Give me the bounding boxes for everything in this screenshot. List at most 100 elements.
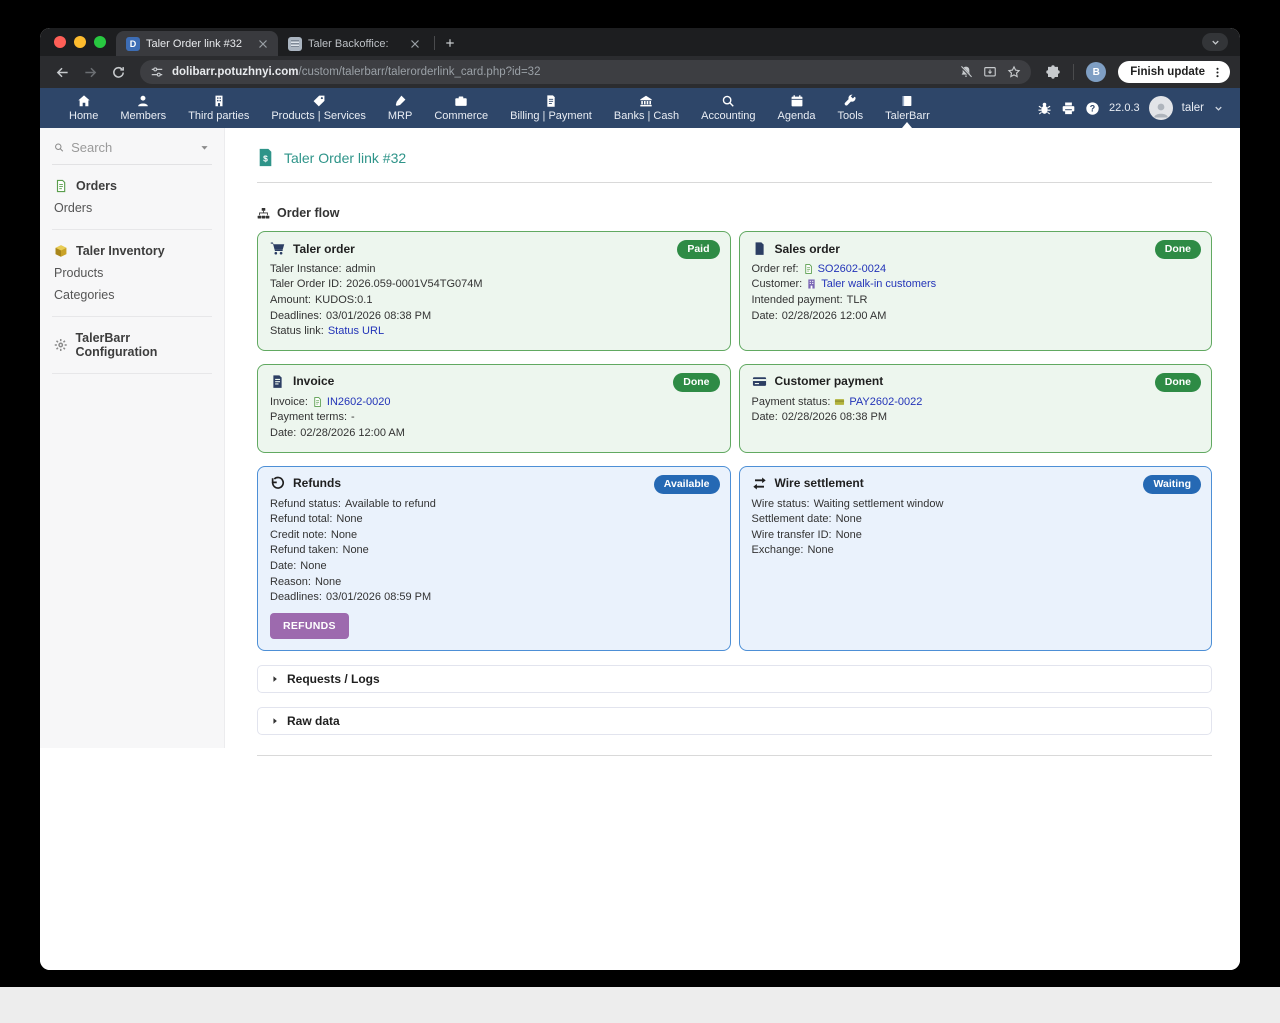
card-title: Wire settlement xyxy=(775,476,864,490)
card-line: Exchange:None xyxy=(752,543,1200,559)
search-caret-icon[interactable] xyxy=(199,142,210,153)
sidebar-section-label: Orders xyxy=(76,179,117,193)
line-label: Status link: xyxy=(270,325,324,337)
line-value: Available to refund xyxy=(345,498,436,510)
forward-button[interactable] xyxy=(78,60,102,84)
address-bar[interactable]: dolibarr.potuzhnyi.com/custom/talerbarr/… xyxy=(140,60,1031,84)
line-label: Payment terms: xyxy=(270,411,347,423)
browser-profile-avatar[interactable]: B xyxy=(1086,62,1106,82)
exchange-icon xyxy=(752,476,767,491)
line-value: - xyxy=(351,411,355,423)
browser-menu-icon[interactable] xyxy=(1211,66,1224,79)
toolbar-divider xyxy=(1073,64,1074,80)
order-flow-heading: Order flow xyxy=(257,206,1212,220)
backoffice-favicon xyxy=(288,37,302,51)
sidebar-item-categories[interactable]: Categories xyxy=(52,284,212,306)
url-path: /custom/talerbarr/talerorderlink_card.ph… xyxy=(299,66,541,78)
tab-taler-order-link[interactable]: D Taler Order link #32 xyxy=(116,31,278,56)
sitemap-icon xyxy=(257,207,270,220)
top-menu-item-home[interactable]: Home xyxy=(58,88,109,128)
tab-taler-backoffice[interactable]: Taler Backoffice: xyxy=(278,31,430,56)
line-value-link[interactable]: Taler walk-in customers xyxy=(821,278,936,290)
card-line: Date: 02/28/2026 08:38 PM xyxy=(752,410,1200,426)
top-menu-item-billing-payment[interactable]: Billing | Payment xyxy=(499,88,603,128)
line-value: TLR xyxy=(847,294,868,306)
invoice-icon xyxy=(544,94,558,108)
line-value-link[interactable]: IN2602-0020 xyxy=(327,396,391,408)
line-value: 02/28/2026 12:00 AM xyxy=(300,427,405,439)
collapsible-requests-logs[interactable]: Requests / Logs xyxy=(257,665,1212,693)
close-tab-icon[interactable] xyxy=(256,37,270,51)
top-menu-item-members[interactable]: Members xyxy=(109,88,177,128)
book-icon xyxy=(900,94,914,108)
top-menu-item-accounting[interactable]: Accounting xyxy=(690,88,766,128)
bookmark-star-icon[interactable] xyxy=(1007,65,1021,79)
sidebar-section-title-talerbarr-configuration[interactable]: TalerBarr Configuration xyxy=(52,327,212,363)
help-icon[interactable]: ? xyxy=(1085,101,1100,116)
new-tab-button[interactable] xyxy=(439,32,461,54)
user-icon xyxy=(136,94,150,108)
card-line: Reason:None xyxy=(270,574,718,590)
sidebar-section-title-taler-inventory[interactable]: Taler Inventory xyxy=(52,240,212,262)
user-avatar[interactable] xyxy=(1149,96,1173,120)
reload-button[interactable] xyxy=(106,60,130,84)
line-label: Customer: xyxy=(752,278,803,290)
line-value-link[interactable]: PAY2602-0022 xyxy=(849,396,922,408)
line-label: Payment status: xyxy=(752,396,831,408)
top-menu-item-tools[interactable]: Tools xyxy=(826,88,874,128)
user-menu-chevron-icon[interactable] xyxy=(1213,103,1224,114)
line-value: None xyxy=(331,529,357,541)
forward-icon xyxy=(83,65,98,80)
sidebar-section-taler-inventory: Taler Inventory ProductsCategories xyxy=(52,230,212,317)
top-menu-item-banks-cash[interactable]: Banks | Cash xyxy=(603,88,690,128)
finish-update-button[interactable]: Finish update xyxy=(1118,61,1230,83)
line-label: Date: xyxy=(752,411,778,423)
username-label: taler xyxy=(1182,102,1204,114)
bug-report-icon[interactable] xyxy=(1037,101,1052,116)
top-menu-item-products-services[interactable]: Products | Services xyxy=(260,88,377,128)
payment-yellow-icon xyxy=(834,396,845,408)
search-input[interactable] xyxy=(71,140,192,155)
extensions-icon[interactable] xyxy=(1045,64,1061,80)
site-info-icon[interactable] xyxy=(150,65,164,79)
card-line: Payment terms:- xyxy=(270,410,718,426)
minimize-window-button[interactable] xyxy=(74,36,86,48)
top-menu-label: Commerce xyxy=(434,110,488,122)
sidebar-item-products[interactable]: Products xyxy=(52,262,212,284)
card-title: Taler order xyxy=(293,242,355,256)
sidebar-item-orders[interactable]: Orders xyxy=(52,197,212,219)
top-menu-item-commerce[interactable]: Commerce xyxy=(423,88,499,128)
undo-icon xyxy=(270,476,285,491)
notifications-blocked-icon[interactable] xyxy=(959,65,973,79)
collapsible-raw-data[interactable]: Raw data xyxy=(257,707,1212,735)
status-badge: Done xyxy=(1155,240,1201,259)
top-menu-item-talerbarr[interactable]: TalerBarr xyxy=(874,88,941,128)
caret-right-icon xyxy=(270,716,280,726)
doc-green-icon xyxy=(312,396,323,408)
line-value-link[interactable]: Status URL xyxy=(328,325,384,337)
tab-search-button[interactable] xyxy=(1202,33,1228,51)
refunds-button[interactable]: REFUNDS xyxy=(270,613,349,639)
sidebar-section-label: Taler Inventory xyxy=(76,244,165,258)
line-value: None xyxy=(300,560,326,572)
url-text[interactable]: dolibarr.potuzhnyi.com/custom/talerbarr/… xyxy=(172,66,951,78)
top-menu-item-agenda[interactable]: Agenda xyxy=(767,88,827,128)
line-label: Taler Order ID: xyxy=(270,278,342,290)
line-value-link[interactable]: SO2602-0024 xyxy=(818,263,887,275)
back-button[interactable] xyxy=(50,60,74,84)
collapsible-label: Requests / Logs xyxy=(287,672,380,686)
install-app-icon[interactable] xyxy=(983,65,997,79)
card-line: Refund taken:None xyxy=(270,543,718,559)
close-tab-icon[interactable] xyxy=(408,37,422,51)
line-label: Date: xyxy=(270,560,296,572)
sidebar-section-title-orders[interactable]: Orders xyxy=(52,175,212,197)
top-menu-item-third-parties[interactable]: Third parties xyxy=(177,88,260,128)
print-icon[interactable] xyxy=(1061,101,1076,116)
close-window-button[interactable] xyxy=(54,36,66,48)
tab-title: Taler Backoffice: xyxy=(308,38,402,50)
line-value: 02/28/2026 08:38 PM xyxy=(782,411,887,423)
zoom-window-button[interactable] xyxy=(94,36,106,48)
top-menu-item-mrp[interactable]: MRP xyxy=(377,88,423,128)
card-line: Order ref:SO2602-0024 xyxy=(752,261,1200,277)
line-label: Amount: xyxy=(270,294,311,306)
